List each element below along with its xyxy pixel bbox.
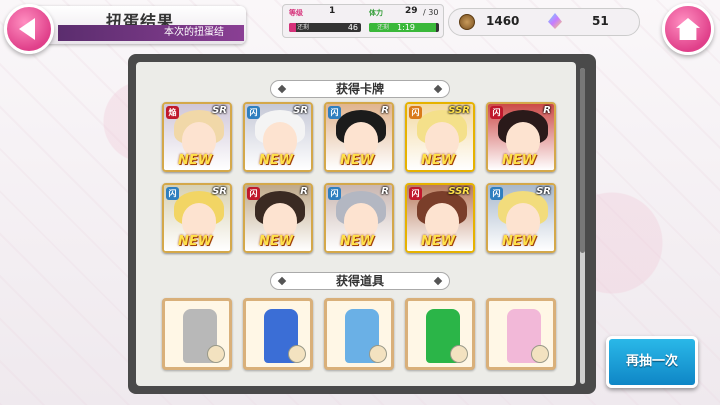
item-slot[interactable] [243, 298, 313, 370]
new-badge: NEW [178, 153, 213, 168]
new-badge: NEW [178, 234, 213, 249]
card-type-badge: 闪 [247, 106, 260, 119]
new-badge: NEW [340, 153, 375, 168]
back-arrow-icon [19, 18, 35, 40]
cards-section-title: 获得卡牌 [270, 80, 450, 98]
stamina-timer: 1:19 [397, 23, 415, 32]
card-slot[interactable]: 闪 SSR NEW [405, 183, 475, 253]
stamina-timer-label: 还剩 [377, 24, 390, 31]
redraw-button[interactable]: 再抽一次 [606, 336, 698, 388]
card-slot[interactable]: 闪 SR NEW [486, 183, 556, 253]
results-panel: 获得卡牌 焔 SR NEW 闪 SR NEW 闪 R NEW 闪 SSR NEW 闪 R NEW 闪 SR NEW… [128, 54, 596, 394]
character-head-icon [531, 345, 549, 363]
card-rarity: R [381, 186, 389, 197]
card-rarity: SR [536, 186, 551, 197]
currency-panel [448, 8, 640, 36]
card-rarity: SR [293, 105, 308, 116]
card-type-badge: 闪 [328, 106, 341, 119]
scrollbar-thumb[interactable] [580, 68, 585, 253]
stamina-bar: 还剩 1:19 [369, 23, 439, 32]
exp-remaining: 46 [347, 23, 358, 32]
rank-value: 1 [329, 6, 336, 16]
exp-remaining-label: 还剩 [297, 24, 310, 31]
new-badge: NEW [421, 234, 456, 249]
stamina-max: / 30 [423, 8, 439, 17]
card-type-badge: 闪 [247, 187, 260, 200]
results-content: 获得卡牌 焔 SR NEW 闪 SR NEW 闪 R NEW 闪 SSR NEW 闪 R NEW 闪 SR NEW… [136, 62, 576, 386]
card-rarity: R [543, 105, 551, 116]
character-head-icon [369, 345, 387, 363]
new-badge: NEW [259, 153, 294, 168]
back-button[interactable] [4, 4, 54, 54]
scrollbar[interactable] [580, 68, 585, 384]
card-type-badge: 闪 [490, 187, 503, 200]
card-type-badge: 闪 [490, 106, 503, 119]
character-head-icon [450, 345, 468, 363]
item-slot[interactable] [324, 298, 394, 370]
card-type-badge: 闪 [166, 187, 179, 200]
gem-count: 51 [592, 14, 609, 28]
home-button[interactable] [662, 3, 714, 55]
player-status-panel: 等级 1 还剩 46 体力 29 / 30 还剩 1:19 [282, 4, 444, 38]
stamina-label: 体力 [369, 9, 383, 17]
card-slot[interactable]: 闪 R NEW [243, 183, 313, 253]
card-type-badge: 焔 [166, 106, 179, 119]
new-badge: NEW [340, 234, 375, 249]
card-rarity: R [381, 105, 389, 116]
exp-bar: 还剩 46 [289, 23, 361, 32]
card-rarity: SR [212, 186, 227, 197]
home-icon [676, 18, 700, 40]
card-slot[interactable]: 焔 SR NEW [162, 102, 232, 172]
card-rarity: SSR [448, 105, 470, 116]
card-rarity: SSR [448, 186, 470, 197]
card-slot[interactable]: 闪 R NEW [324, 102, 394, 172]
item-slot[interactable] [162, 298, 232, 370]
card-rarity: R [300, 186, 308, 197]
coin-count: 1460 [486, 14, 520, 28]
card-slot[interactable]: 闪 R NEW [324, 183, 394, 253]
page-subtitle: 本次的扭蛋结 [58, 25, 244, 41]
stamina-value: 29 [405, 6, 418, 16]
card-type-badge: 闪 [328, 187, 341, 200]
new-badge: NEW [502, 234, 537, 249]
new-badge: NEW [421, 153, 456, 168]
new-badge: NEW [502, 153, 537, 168]
card-slot[interactable]: 闪 SSR NEW [405, 102, 475, 172]
new-badge: NEW [259, 234, 294, 249]
card-type-badge: 闪 [409, 106, 422, 119]
card-slot[interactable]: 闪 R NEW [486, 102, 556, 172]
item-slot[interactable] [405, 298, 475, 370]
character-head-icon [207, 345, 225, 363]
items-section-title: 获得道具 [270, 272, 450, 290]
card-type-badge: 闪 [409, 187, 422, 200]
card-slot[interactable]: 闪 SR NEW [162, 183, 232, 253]
coin-icon [459, 14, 475, 30]
card-rarity: SR [212, 105, 227, 116]
rank-label: 等级 [289, 9, 303, 17]
item-slot[interactable] [486, 298, 556, 370]
card-slot[interactable]: 闪 SR NEW [243, 102, 313, 172]
character-head-icon [288, 345, 306, 363]
